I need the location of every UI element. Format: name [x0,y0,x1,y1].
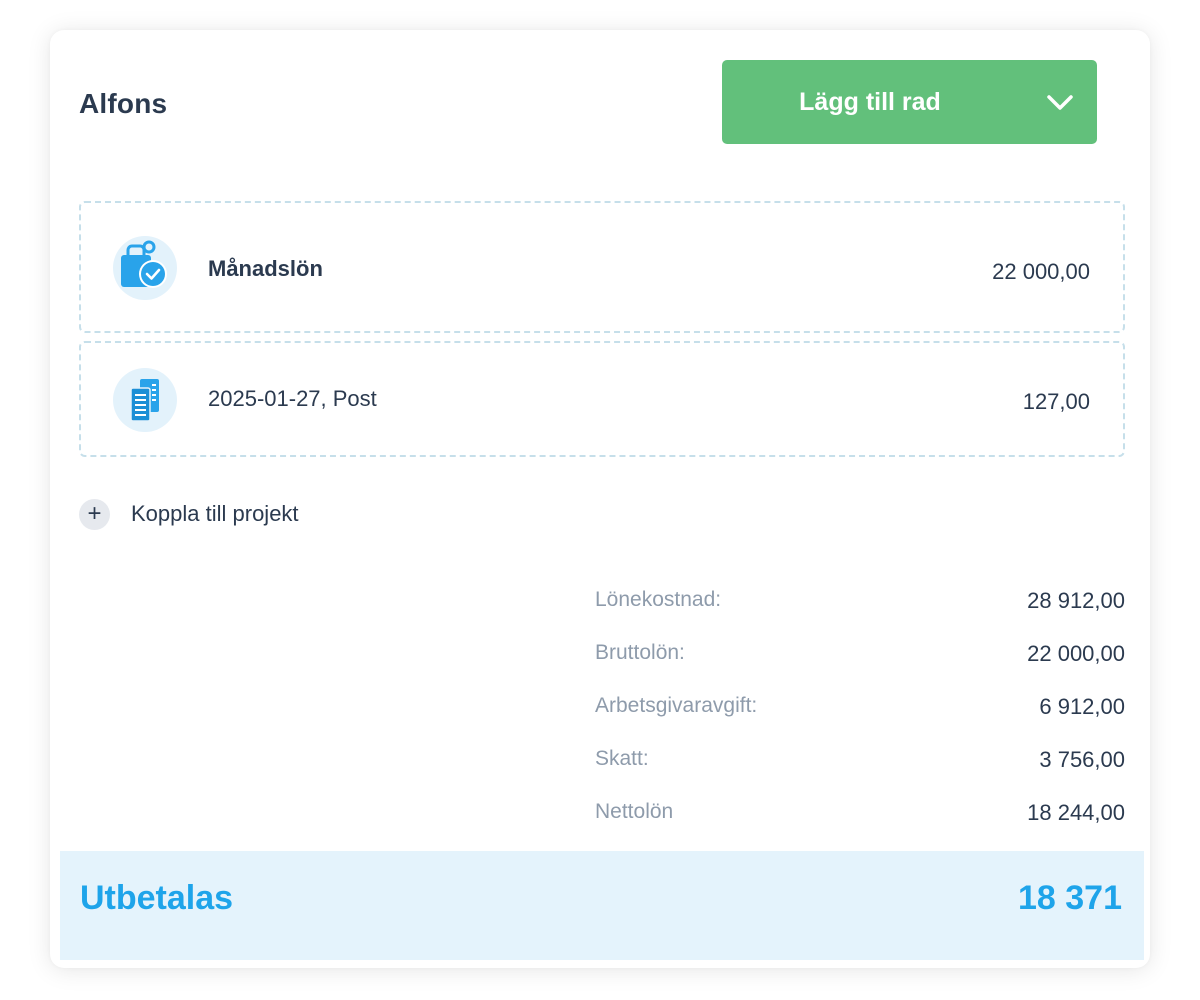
plus-icon[interactable]: + [79,499,110,530]
chevron-down-icon[interactable] [1045,88,1075,118]
summary-label: Nettolön [595,800,674,823]
summary-label: Skatt: [595,747,649,770]
summary-value: 18 244,00 [1027,800,1125,825]
summary-row-employer-fee: Arbetsgivaravgift: 6 912,00 [595,694,1125,724]
payout-label: Utbetalas [80,879,234,917]
summary-row-salary-cost: Lönekostnad: 28 912,00 [595,588,1125,618]
summary-label: Bruttolön: [595,641,685,664]
payroll-card: Alfons Lägg till rad Månadslön 22 000,00 [50,30,1150,968]
expense-row[interactable]: 2025-01-27, Post 127,00 [79,341,1125,457]
row-amount: 127,00 [1022,389,1090,414]
employee-name: Alfons [79,88,168,119]
payout-total: 18 371 [1018,879,1122,917]
payout-bar: Utbetalas 18 371 [60,851,1144,960]
row-amount: 22 000,00 [992,259,1090,284]
add-row-button-label: Lägg till rad [799,88,941,116]
summary-row-gross-salary: Bruttolön: 22 000,00 [595,641,1125,671]
salary-briefcase-icon [113,236,177,300]
summary-label: Lönekostnad: [595,588,722,611]
summary-row-net-salary: Nettolön 18 244,00 [595,800,1125,830]
summary-value: 22 000,00 [1027,641,1125,666]
summary-value: 28 912,00 [1027,588,1125,613]
row-title: Månadslön [208,256,323,281]
summary-label: Arbetsgivaravgift: [595,694,758,717]
summary-value: 3 756,00 [1039,747,1125,772]
row-title: 2025-01-27, Post [208,386,377,411]
summary-value: 6 912,00 [1039,694,1125,719]
add-row-button[interactable]: Lägg till rad [722,60,1097,144]
receipt-documents-icon [113,368,177,432]
summary-row-tax: Skatt: 3 756,00 [595,747,1125,777]
link-to-project-label[interactable]: Koppla till projekt [131,501,299,527]
salary-row[interactable]: Månadslön 22 000,00 [79,201,1125,333]
